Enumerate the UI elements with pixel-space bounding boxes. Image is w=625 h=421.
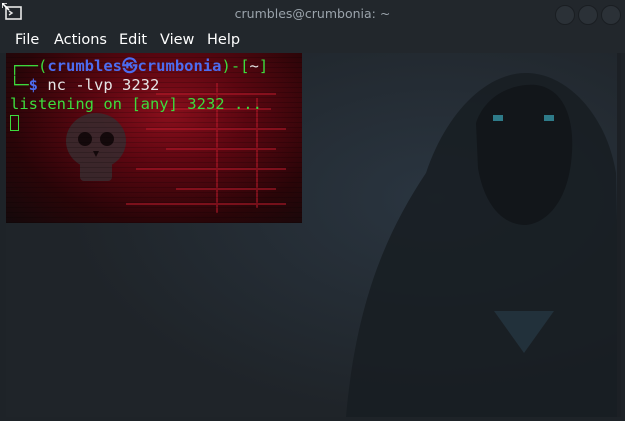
- window-title: crumbles@crumbonia: ~: [234, 6, 391, 21]
- menu-actions[interactable]: Actions: [54, 32, 107, 48]
- terminal-cursor: [10, 115, 19, 131]
- minimize-icon[interactable]: [555, 5, 575, 25]
- terminal-command: nc -lvp 3232: [47, 76, 160, 94]
- title-bar[interactable]: crumbles@crumbonia: ~: [0, 0, 625, 28]
- terminal-window: crumbles@crumbonia: ~ File Actions Edit …: [0, 0, 625, 421]
- menu-help[interactable]: Help: [207, 32, 240, 48]
- close-icon[interactable]: [601, 5, 621, 25]
- prompt-symbol: ㉿: [121, 57, 138, 75]
- terminal-text: ┌──(crumbles㉿crumbonia)-[~] └─$ nc -lvp …: [10, 57, 268, 133]
- prompt-user: crumbles: [47, 57, 122, 75]
- menu-bar: File Actions Edit View Help: [0, 28, 625, 53]
- terminal-output-line: listening on [any] 3232 ...: [10, 95, 262, 113]
- prompt-dir: ~: [249, 57, 259, 75]
- menu-file[interactable]: File: [15, 32, 39, 48]
- maximize-icon[interactable]: [578, 5, 598, 25]
- terminal-area[interactable]: ┌──(crumbles㉿crumbonia)-[~] └─$ nc -lvp …: [6, 53, 621, 417]
- terminal-output-pane[interactable]: ┌──(crumbles㉿crumbonia)-[~] └─$ nc -lvp …: [6, 53, 302, 223]
- prompt-host: crumbonia: [137, 57, 222, 75]
- scrollbar[interactable]: [617, 53, 621, 417]
- menu-edit[interactable]: Edit: [119, 32, 147, 48]
- menu-view[interactable]: View: [160, 32, 194, 48]
